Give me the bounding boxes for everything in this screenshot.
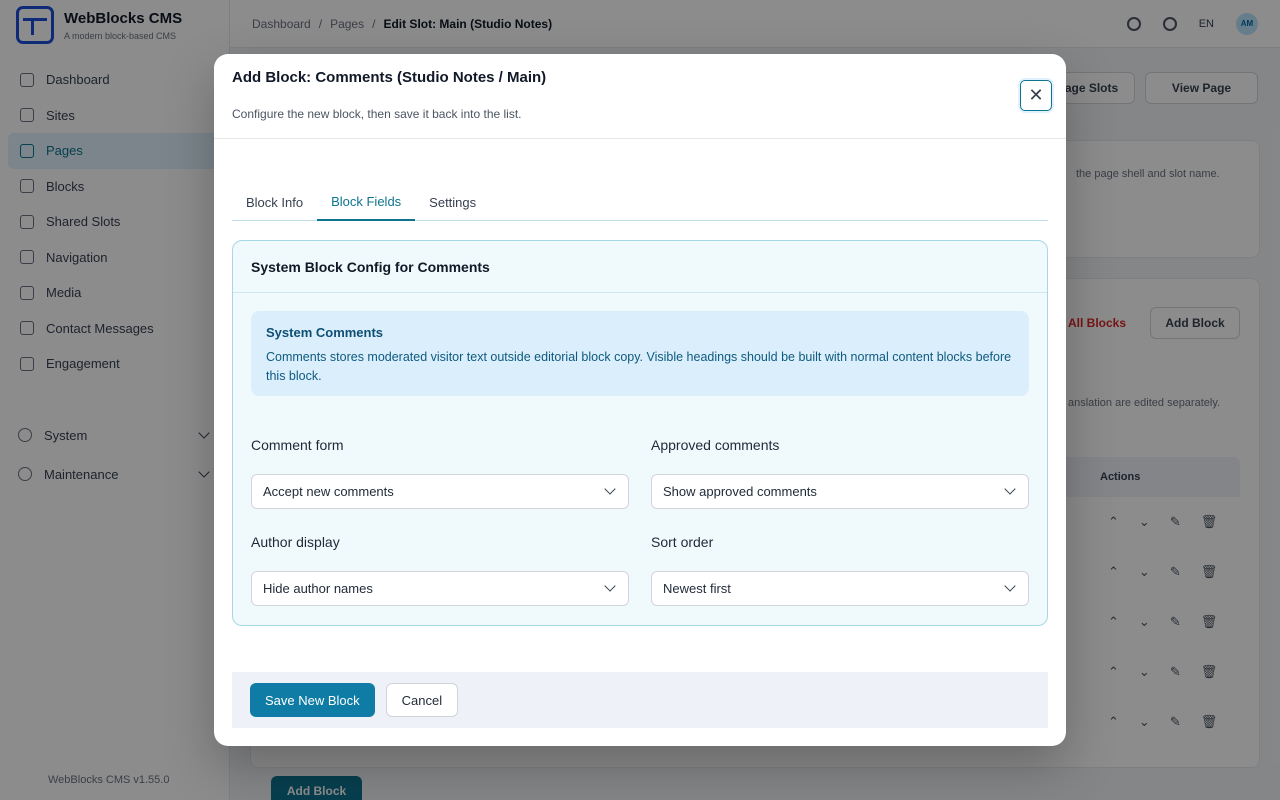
close-button[interactable]: ✕ (1020, 80, 1052, 111)
comment-form-field: Comment form Accept new comments (251, 437, 629, 509)
modal-title: Add Block: Comments (Studio Notes / Main… (232, 69, 547, 86)
select-value: Accept new comments (263, 484, 394, 499)
system-block-config-card: System Block Config for Comments System … (232, 240, 1048, 626)
info-title: System Comments (266, 325, 384, 340)
chevron-down-icon (1004, 483, 1016, 495)
close-icon: ✕ (1028, 85, 1044, 105)
chevron-down-icon (1004, 580, 1016, 592)
chevron-down-icon (604, 483, 616, 495)
modal-subtitle: Configure the new block, then save it ba… (232, 107, 522, 121)
select-value: Newest first (663, 581, 731, 596)
config-heading: System Block Config for Comments (233, 241, 1047, 293)
sort-order-select[interactable]: Newest first (651, 571, 1029, 606)
approved-comments-select[interactable]: Show approved comments (651, 474, 1029, 509)
modal-tabs: Block Info Block Fields Settings (232, 184, 1048, 221)
approved-comments-field: Approved comments Show approved comments (651, 437, 1029, 509)
tab-block-fields[interactable]: Block Fields (317, 184, 416, 221)
field-label: Comment form (251, 437, 344, 453)
author-display-select[interactable]: Hide author names (251, 571, 629, 606)
field-label: Author display (251, 534, 340, 550)
save-new-block-button[interactable]: Save New Block (250, 683, 375, 717)
cancel-button[interactable]: Cancel (385, 683, 459, 717)
modal-footer: Save New Block Cancel (232, 672, 1048, 728)
field-label: Sort order (651, 534, 714, 550)
field-label: Approved comments (651, 437, 780, 453)
chevron-down-icon (604, 580, 616, 592)
modal-header: Add Block: Comments (Studio Notes / Main… (214, 54, 1066, 139)
select-value: Hide author names (263, 581, 373, 596)
info-text: Comments stores moderated visitor text o… (266, 350, 1012, 383)
system-comments-info: System Comments Comments stores moderate… (251, 311, 1029, 396)
author-display-field: Author display Hide author names (251, 534, 629, 606)
tab-settings[interactable]: Settings (415, 184, 490, 221)
tab-block-info[interactable]: Block Info (232, 184, 317, 221)
add-block-modal: Add Block: Comments (Studio Notes / Main… (214, 54, 1066, 746)
select-value: Show approved comments (663, 484, 817, 499)
comment-form-select[interactable]: Accept new comments (251, 474, 629, 509)
sort-order-field: Sort order Newest first (651, 534, 1029, 606)
